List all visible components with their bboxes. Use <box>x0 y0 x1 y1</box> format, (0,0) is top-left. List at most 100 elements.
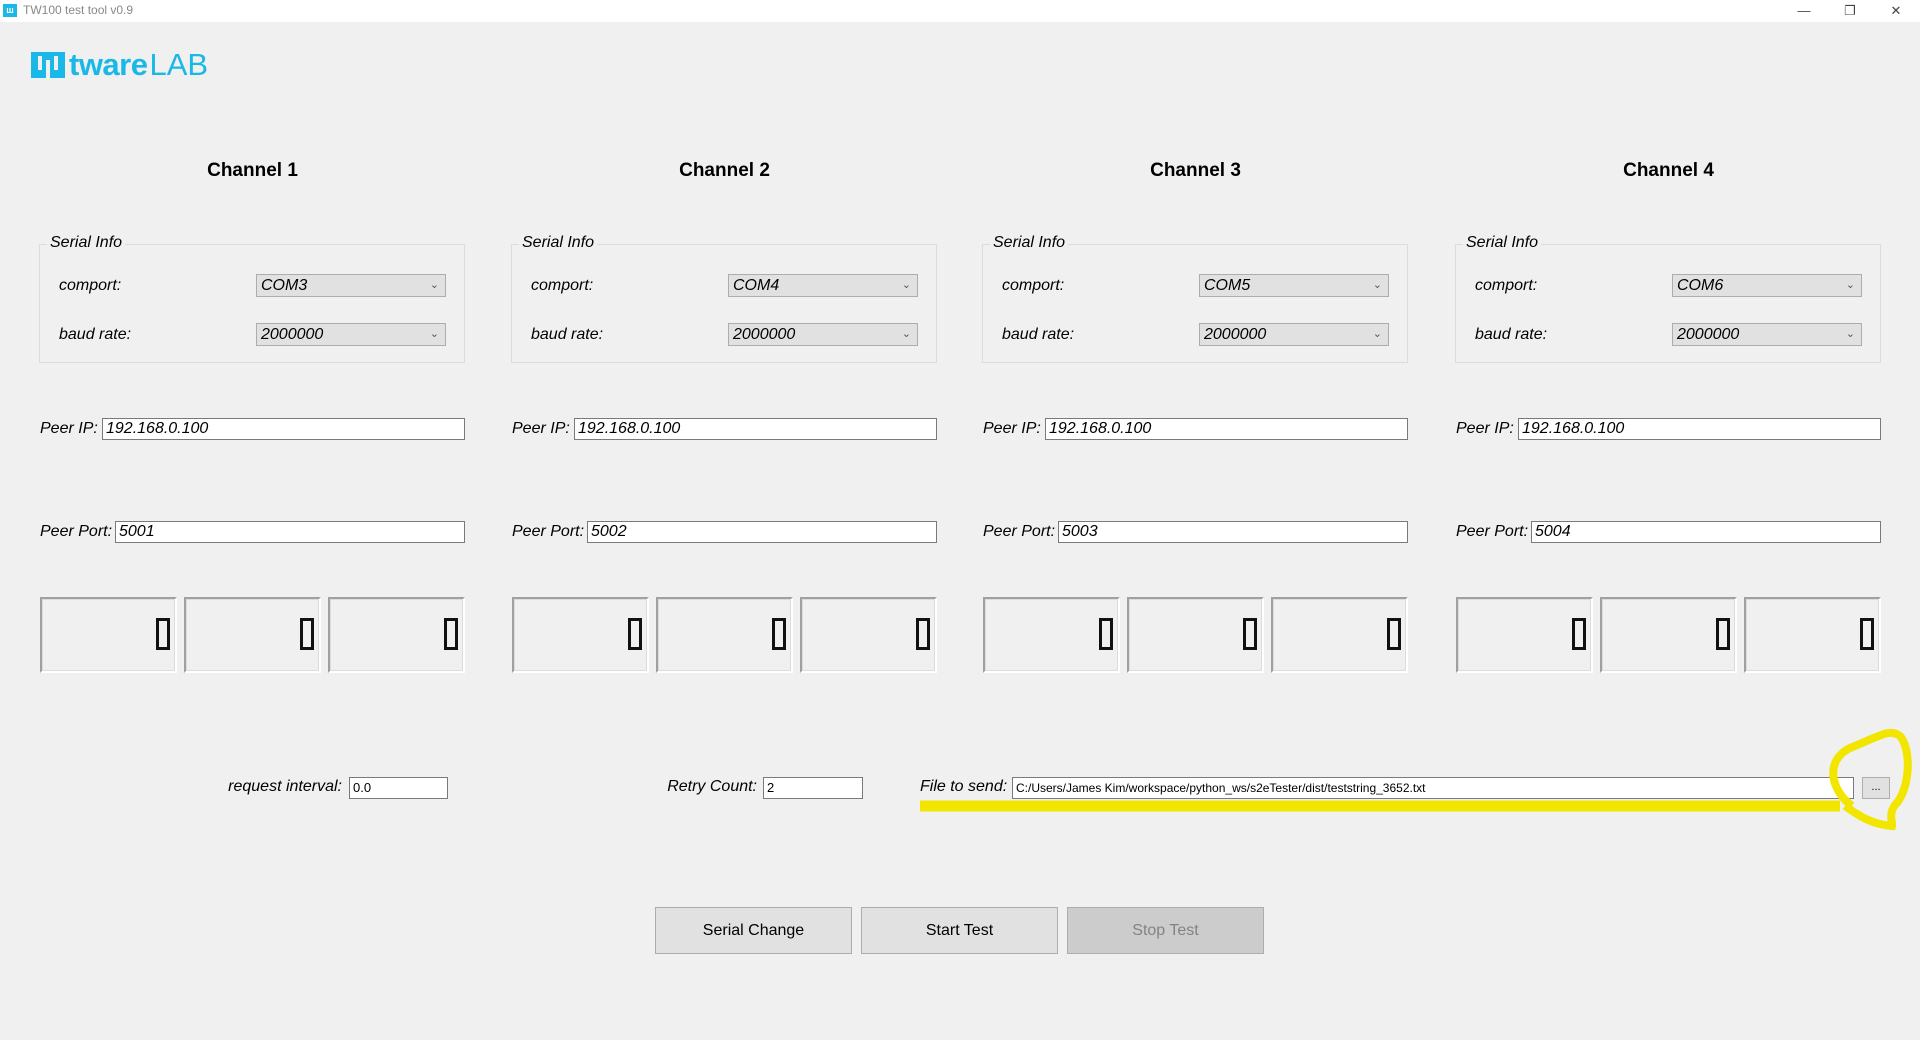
lcd-digit: 0 <box>1243 618 1257 650</box>
peer-port-label: Peer Port: <box>1456 523 1529 540</box>
serial-info-group: Serial Info comport: COM3 ⌄ baud rate: 20… <box>39 234 465 363</box>
tw-logo-icon: ш <box>3 4 17 17</box>
logo-mark-icon <box>31 52 65 78</box>
channel-title: Channel 3 <box>1150 160 1241 181</box>
title-bar: ш TW100 test tool v0.9 — ❐ ✕ <box>0 0 1920 22</box>
comport-value: COM6 <box>1677 277 1724 294</box>
peer-port-input[interactable]: 5004 <box>1531 521 1881 543</box>
counter-display: 0 <box>1271 597 1408 673</box>
baud-rate-value: 2000000 <box>733 326 796 343</box>
lcd-digit: 0 <box>1860 618 1874 650</box>
baud-rate-label: baud rate: <box>531 326 604 343</box>
peer-port-input[interactable]: 5001 <box>115 521 465 543</box>
counter-display: 0 <box>1456 597 1593 673</box>
serial-info-group: Serial Info comport: COM4 ⌄ baud rate: 20… <box>511 234 937 363</box>
chevron-down-icon: ⌄ <box>1845 328 1855 340</box>
serial-info-label: Serial Info <box>1463 234 1542 252</box>
comport-label: comport: <box>1002 277 1065 294</box>
baud-rate-label: baud rate: <box>1475 326 1548 343</box>
counter-display: 0 <box>512 597 649 673</box>
lcd-digit: 0 <box>1572 618 1586 650</box>
comport-select[interactable]: COM5 ⌄ <box>1199 274 1389 297</box>
logo-text-lab: LAB <box>149 47 209 82</box>
channel-title: Channel 2 <box>679 160 770 181</box>
chevron-down-icon: ⌄ <box>901 279 911 291</box>
counter-display: 0 <box>800 597 937 673</box>
comport-label: comport: <box>531 277 594 294</box>
chevron-down-icon: ⌄ <box>429 279 439 291</box>
comport-value: COM3 <box>261 277 308 294</box>
peer-port-label: Peer Port: <box>40 523 113 540</box>
peer-port-input[interactable]: 5002 <box>587 521 937 543</box>
serial-info-group: Serial Info comport: COM6 ⌄ baud rate: 20… <box>1455 234 1881 363</box>
chevron-down-icon: ⌄ <box>429 328 439 340</box>
comport-label: comport: <box>59 277 122 294</box>
chevron-down-icon: ⌄ <box>901 328 911 340</box>
counter-display: 0 <box>1744 597 1881 673</box>
lcd-digit: 0 <box>444 618 458 650</box>
baud-rate-select[interactable]: 2000000 ⌄ <box>1199 323 1389 346</box>
logo-text-tware: tware <box>69 47 148 82</box>
serial-info-label: Serial Info <box>519 234 598 252</box>
comport-select[interactable]: COM3 ⌄ <box>256 274 446 297</box>
chevron-down-icon: ⌄ <box>1372 328 1382 340</box>
counter-display: 0 <box>40 597 177 673</box>
comport-label: comport: <box>1475 277 1538 294</box>
lcd-digit: 0 <box>156 618 170 650</box>
counter-display: 0 <box>983 597 1120 673</box>
peer-ip-label: Peer IP: <box>512 420 570 437</box>
baud-rate-value: 2000000 <box>1677 326 1740 343</box>
baud-rate-select[interactable]: 2000000 ⌄ <box>728 323 918 346</box>
minimize-button[interactable]: — <box>1781 0 1827 22</box>
baud-rate-label: baud rate: <box>1002 326 1075 343</box>
start-test-button[interactable]: Start Test <box>861 907 1058 954</box>
tware-lab-logo: tware LAB <box>31 47 209 82</box>
peer-ip-label: Peer IP: <box>983 420 1041 437</box>
peer-ip-input[interactable]: 192.168.0.100 <box>102 418 465 440</box>
window-title: TW100 test tool v0.9 <box>23 3 134 17</box>
counter-display: 0 <box>184 597 321 673</box>
lcd-digit: 0 <box>916 618 930 650</box>
peer-port-label: Peer Port: <box>512 523 585 540</box>
chevron-down-icon: ⌄ <box>1845 279 1855 291</box>
baud-rate-label: baud rate: <box>59 326 132 343</box>
peer-ip-label: Peer IP: <box>40 420 98 437</box>
peer-ip-input[interactable]: 192.168.0.100 <box>1518 418 1881 440</box>
peer-ip-input[interactable]: 192.168.0.100 <box>1045 418 1408 440</box>
lcd-digit: 0 <box>1099 618 1113 650</box>
peer-port-label: Peer Port: <box>983 523 1056 540</box>
baud-rate-value: 2000000 <box>1204 326 1267 343</box>
retry-count-input[interactable]: 2 <box>763 777 863 799</box>
peer-port-input[interactable]: 5003 <box>1058 521 1408 543</box>
retry-count-label: Retry Count: <box>667 778 757 795</box>
lcd-digit: 0 <box>300 618 314 650</box>
chevron-down-icon: ⌄ <box>1372 279 1382 291</box>
baud-rate-value: 2000000 <box>261 326 324 343</box>
baud-rate-select[interactable]: 2000000 ⌄ <box>1672 323 1862 346</box>
browse-file-button[interactable]: ... <box>1862 777 1890 799</box>
highlight-annotation <box>920 728 1912 831</box>
restore-button[interactable]: ❐ <box>1827 0 1873 22</box>
file-to-send-label: File to send: <box>920 778 1008 795</box>
counter-display: 0 <box>328 597 465 673</box>
lcd-digit: 0 <box>1387 618 1401 650</box>
baud-rate-select[interactable]: 2000000 ⌄ <box>256 323 446 346</box>
counter-display: 0 <box>1127 597 1264 673</box>
peer-ip-input[interactable]: 192.168.0.100 <box>574 418 937 440</box>
file-path-input[interactable]: C:/Users/James Kim/workspace/python_ws/s… <box>1012 777 1854 799</box>
close-button[interactable]: ✕ <box>1873 0 1919 22</box>
channel-title: Channel 1 <box>207 160 298 181</box>
comport-value: COM5 <box>1204 277 1251 294</box>
comport-select[interactable]: COM4 ⌄ <box>728 274 918 297</box>
serial-change-button[interactable]: Serial Change <box>655 907 852 954</box>
peer-ip-label: Peer IP: <box>1456 420 1514 437</box>
counter-display: 0 <box>656 597 793 673</box>
request-interval-input[interactable]: 0.0 <box>349 777 448 799</box>
comport-select[interactable]: COM6 ⌄ <box>1672 274 1862 297</box>
stop-test-button[interactable]: Stop Test <box>1067 907 1264 954</box>
counter-display: 0 <box>1600 597 1737 673</box>
lcd-digit: 0 <box>772 618 786 650</box>
lcd-digit: 0 <box>628 618 642 650</box>
channel-title: Channel 4 <box>1623 160 1714 181</box>
serial-info-label: Serial Info <box>47 234 126 252</box>
